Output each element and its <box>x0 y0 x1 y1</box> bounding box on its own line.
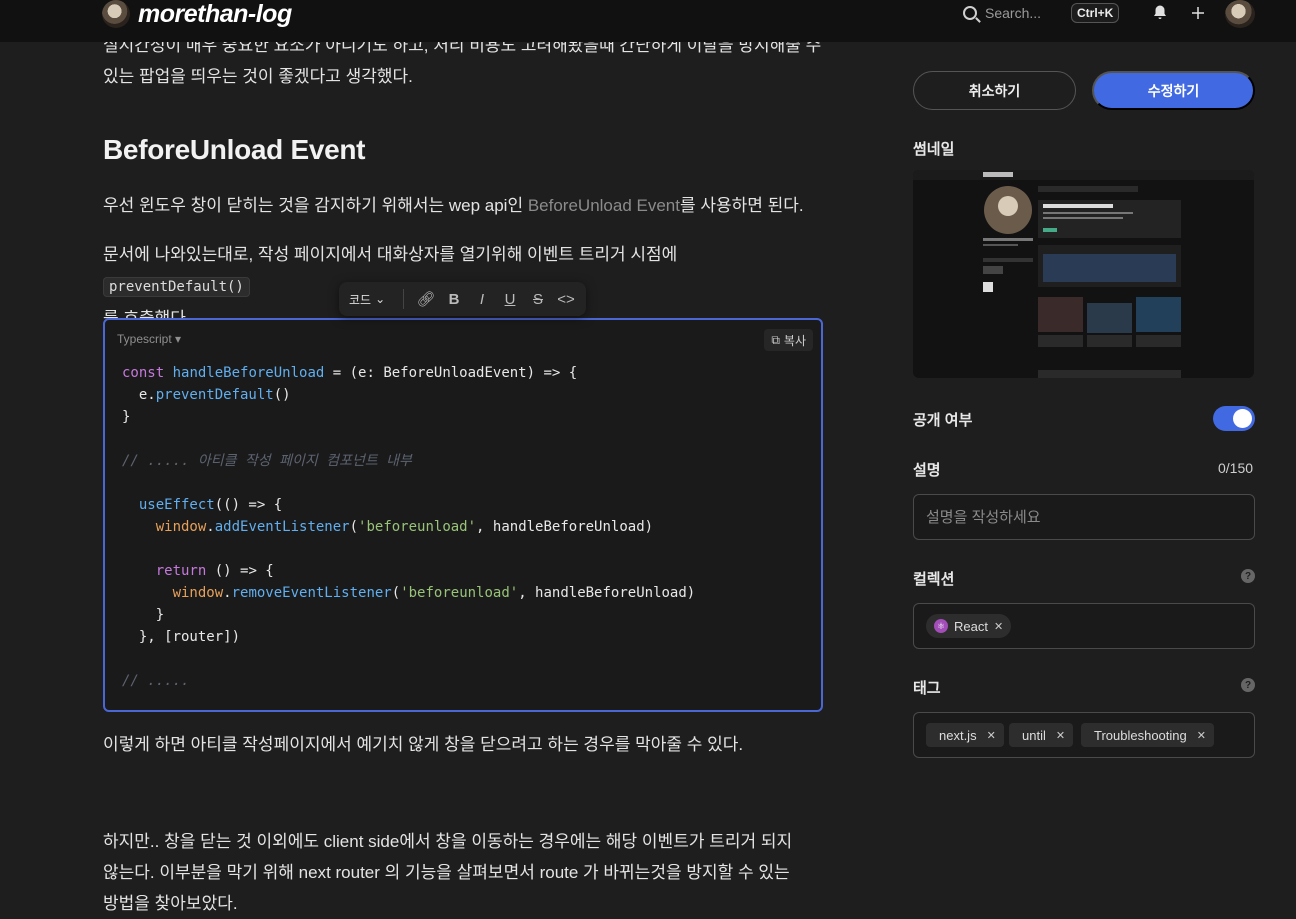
notification-bell-icon[interactable] <box>1148 2 1172 24</box>
search-shortcut: Ctrl+K <box>1071 3 1120 23</box>
logo[interactable]: morethan-log <box>102 0 292 28</box>
paragraph-1-text-b: 를 사용하면 된다. <box>679 196 804 215</box>
underline-icon[interactable]: U <box>496 291 524 308</box>
paragraph-1-text-a: 우선 윈도우 창이 닫히는 것을 감지하기 위해서는 wep api인 <box>103 196 528 215</box>
user-avatar[interactable] <box>1225 0 1255 28</box>
paragraph-4-line-1: 하지만.. 창을 닫는 것 이외에도 client side에서 창을 이동하는… <box>103 832 793 851</box>
collection-label: 컬렉션 <box>913 571 955 588</box>
code-comment: // ..... <box>122 673 190 689</box>
code-type-dropdown[interactable]: 코드 ⌄ <box>349 291 397 308</box>
strikethrough-icon[interactable]: S <box>524 291 552 308</box>
code-block[interactable]: Typescript ▾ ⧉ 복사 const handleBeforeUnloa… <box>103 318 823 712</box>
tags-help-icon[interactable]: ? <box>1241 678 1255 692</box>
search-input[interactable] <box>985 5 1063 21</box>
description-counter: 0/150 <box>1218 460 1254 476</box>
copy-button[interactable]: ⧉ 복사 <box>764 329 813 351</box>
code-icon[interactable]: <> <box>552 291 580 308</box>
tag-chip[interactable]: next.js ✕ <box>926 723 1004 747</box>
link-icon[interactable]: 🔗︎ <box>412 290 440 308</box>
remove-collection-icon[interactable]: ✕ <box>994 620 1003 633</box>
collection-chip[interactable]: ⚛ React ✕ <box>926 614 1012 638</box>
paragraph-3: 이렇게 하면 아티클 작성페이지에서 예기치 않게 창을 닫으려고 하는 경우를… <box>103 735 744 754</box>
plus-icon[interactable] <box>1186 2 1210 24</box>
beforeunload-link[interactable]: BeforeUnload Event <box>528 196 680 215</box>
collection-chip-label: React <box>954 618 988 634</box>
chevron-down-icon: ⌄ <box>375 292 386 306</box>
top-bar: morethan-log Ctrl+K <box>0 0 1296 42</box>
italic-icon[interactable]: I <box>468 291 496 308</box>
thumbnail-label: 썸네일 <box>913 141 955 158</box>
inline-code: preventDefault() <box>103 277 250 297</box>
code-comment: // ..... 아티클 작성 페이지 컴포넌트 내부 <box>122 453 412 469</box>
tags-label: 태그 <box>913 680 941 697</box>
paragraph-1: 우선 윈도우 창이 닫히는 것을 감지하기 위해서는 wep api인 Befo… <box>103 190 804 221</box>
remove-tag-icon[interactable]: ✕ <box>1197 729 1206 742</box>
paragraph-intro-line-2: 있는 팝업을 띄우는 것이 좋겠다고 생각했다. <box>103 67 413 86</box>
save-button[interactable]: 수정하기 <box>1092 71 1255 110</box>
paragraph-4: 하지만.. 창을 닫는 것 이외에도 client side에서 창을 이동하는… <box>103 826 823 919</box>
thumbnail-preview[interactable] <box>913 170 1254 378</box>
language-selector[interactable]: Typescript ▾ <box>117 332 181 346</box>
format-toolbar: 코드 ⌄ 🔗︎ B I U S <> <box>339 282 586 316</box>
paragraph-2-text-a: 문서에 나와있는대로, 작성 페이지에서 대화상자를 열기위해 이벤트 트리거 … <box>103 245 678 264</box>
description-input[interactable] <box>913 494 1255 540</box>
bold-icon[interactable]: B <box>440 291 468 308</box>
code-type-label: 코드 <box>349 292 372 307</box>
remove-tag-icon[interactable]: ✕ <box>987 729 996 742</box>
section-heading: BeforeUnload Event <box>103 134 366 165</box>
public-label: 공개 여부 <box>913 412 973 429</box>
cancel-button[interactable]: 취소하기 <box>913 71 1076 110</box>
remove-tag-icon[interactable]: ✕ <box>1056 729 1065 742</box>
search-icon <box>963 6 977 20</box>
react-icon: ⚛ <box>934 619 948 633</box>
tag-chip-label: until <box>1022 727 1046 743</box>
search-box[interactable]: Ctrl+K <box>955 0 1125 26</box>
description-label: 설명 <box>913 462 941 479</box>
paragraph-4-line-2: 않는다. 이부분을 막기 위해 next router 의 기능을 살펴보면서 … <box>103 863 790 882</box>
paragraph-4-line-3: 방법을 찾아보았다. <box>103 894 238 913</box>
tag-chip-label: next.js <box>939 727 977 743</box>
collection-help-icon[interactable]: ? <box>1241 569 1255 583</box>
copy-icon: ⧉ <box>771 332 780 347</box>
logo-text: morethan-log <box>138 0 292 28</box>
language-label: Typescript <box>117 332 172 346</box>
code-content: const handleBeforeUnload = (e: BeforeUnl… <box>122 365 696 689</box>
public-toggle[interactable] <box>1213 406 1255 431</box>
toolbar-divider <box>403 289 404 309</box>
copy-label: 복사 <box>783 333 806 348</box>
tag-chip[interactable]: until ✕ <box>1009 723 1074 747</box>
tag-chip[interactable]: Troubleshooting ✕ <box>1081 723 1214 747</box>
tag-chip-label: Troubleshooting <box>1094 727 1187 743</box>
logo-avatar <box>102 0 130 28</box>
